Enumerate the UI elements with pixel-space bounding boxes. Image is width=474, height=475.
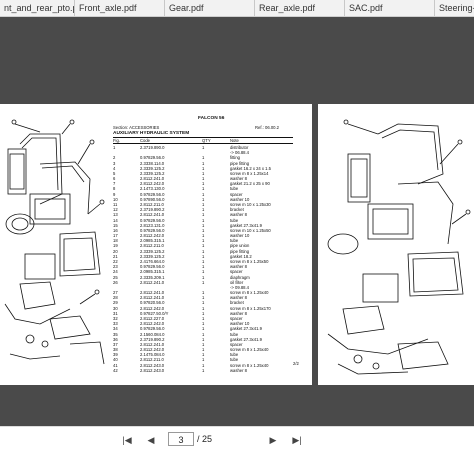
part-row-desc: washer 8 bbox=[230, 367, 247, 373]
page-number-label: 2/2 bbox=[293, 361, 299, 366]
exploded-parts-diagram-next bbox=[327, 119, 471, 375]
part-row-qty: 1 bbox=[202, 279, 205, 285]
tab-rear-axle[interactable]: Rear_axle.pdf bbox=[255, 0, 345, 16]
part-row-fig: 1 bbox=[113, 145, 116, 150]
part-row-fig: 42 bbox=[113, 367, 118, 373]
pdf-page-next bbox=[318, 104, 474, 385]
page-total-label: / 25 bbox=[197, 434, 213, 444]
part-row-qty: 1 bbox=[202, 145, 205, 150]
tab-sac[interactable]: SAC.pdf bbox=[345, 0, 435, 16]
page-navigation-bar: |◀ ◀ 3 / 25 ▶ ▶| bbox=[0, 426, 474, 475]
prev-page-button[interactable]: ◀ bbox=[144, 433, 158, 447]
tab-bar: nt_and_rear_pto.pdf Front_axle.pdf Gear.… bbox=[0, 0, 474, 17]
ref-label: Ref.: 06.00.2 bbox=[255, 125, 279, 130]
page-number-input[interactable]: 3 bbox=[168, 432, 194, 446]
part-row-qty: 1 bbox=[202, 367, 205, 373]
first-page-button[interactable]: |◀ bbox=[120, 433, 134, 447]
part-row-code: 2.3719.890.0 bbox=[140, 145, 165, 150]
next-page-button[interactable]: ▶ bbox=[266, 433, 280, 447]
tab-steering[interactable]: Steering-sy bbox=[435, 0, 474, 16]
last-page-button[interactable]: ▶| bbox=[288, 433, 306, 447]
model-title: FALCON 56 bbox=[198, 116, 225, 121]
document-viewer[interactable]: FALCON 56 Section: ACCESSORIES Ref.: 06.… bbox=[0, 17, 474, 426]
part-row-code: 2.8112.243.0 bbox=[140, 367, 165, 373]
section-label: Section: ACCESSORIES bbox=[113, 125, 160, 130]
pdf-page-current: FALCON 56 Section: ACCESSORIES Ref.: 06.… bbox=[0, 104, 312, 385]
page-title: AUXILIARY HYDRAULIC SYSTEM bbox=[113, 131, 190, 136]
tab-gear[interactable]: Gear.pdf bbox=[165, 0, 255, 16]
tab-front-axle[interactable]: Front_axle.pdf bbox=[75, 0, 165, 16]
part-row-code: 2.8112.241.0 bbox=[140, 279, 165, 285]
exploded-parts-diagram bbox=[4, 119, 105, 365]
parts-table: 1 2.3719.890.0 1 distributor -> 06.88.4 2 0.97… bbox=[113, 145, 303, 373]
part-row-fig: 26 bbox=[113, 279, 118, 285]
tab-front-and-rear-pto[interactable]: nt_and_rear_pto.pdf bbox=[0, 0, 75, 16]
header-rule-2 bbox=[113, 143, 293, 144]
